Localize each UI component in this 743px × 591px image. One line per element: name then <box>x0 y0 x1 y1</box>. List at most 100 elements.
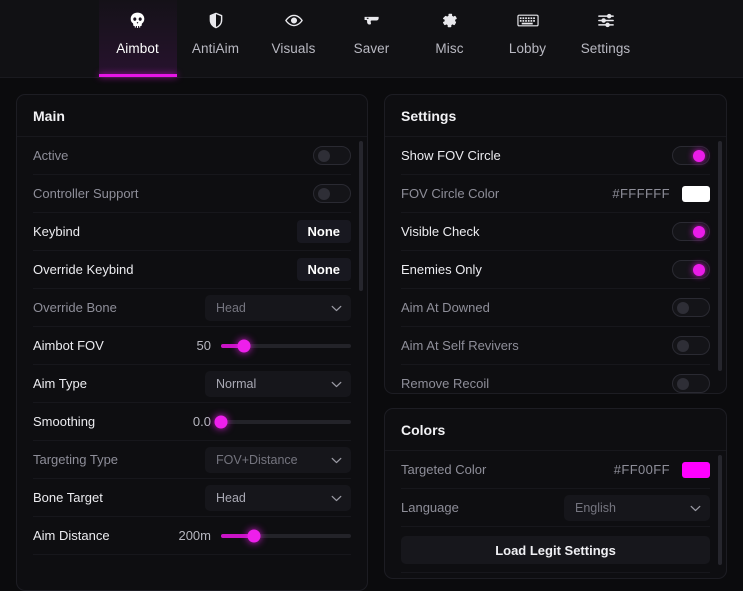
scrollbar-thumb[interactable] <box>718 455 722 565</box>
row-label: Remove Recoil <box>401 376 490 391</box>
toggle-switch[interactable] <box>672 336 710 355</box>
left-column: Main Active Controller Support Keybind None… <box>16 94 368 591</box>
toggle-switch[interactable] <box>672 146 710 165</box>
slider-track[interactable] <box>221 339 351 352</box>
main-rows-list: Active Controller Support Keybind None Overr… <box>17 137 367 555</box>
row-label: Aimbot FOV <box>33 338 104 353</box>
tab-misc[interactable]: Misc <box>411 0 489 77</box>
row-label: Visible Check <box>401 224 480 239</box>
color-swatch[interactable] <box>682 461 710 478</box>
toggle-knob <box>677 301 689 314</box>
keybind-button[interactable]: None <box>296 258 351 281</box>
settings-row: Visible Check <box>401 213 710 251</box>
tab-settings[interactable]: Settings <box>567 0 645 77</box>
color-control: #FFFFFF <box>612 185 710 202</box>
toggle-switch[interactable] <box>672 374 710 393</box>
slider-knob[interactable] <box>247 529 260 542</box>
tab-label: Aimbot <box>116 41 159 56</box>
toggle-switch[interactable] <box>672 298 710 317</box>
tab-visuals[interactable]: Visuals <box>255 0 333 77</box>
sliders-icon <box>596 7 616 33</box>
chevron-down-icon <box>331 375 342 393</box>
gear-icon <box>440 7 459 33</box>
row-label: Show FOV Circle <box>401 148 501 163</box>
slider-value: 0.0 <box>192 414 211 429</box>
slider-knob[interactable] <box>214 415 228 428</box>
tab-label: Lobby <box>508 41 547 56</box>
main-panel-body: Active Controller Support Keybind None Overr… <box>17 137 367 590</box>
keyboard-icon <box>516 7 539 33</box>
colors-panel: Colors Targeted Color #FF00FF Language Engl… <box>384 408 727 579</box>
color-swatch[interactable] <box>682 185 710 202</box>
settings-row: Smoothing 0.0 <box>33 403 351 441</box>
tab-antiaim[interactable]: AntiAim <box>177 0 255 77</box>
settings-panel-scrollbar[interactable] <box>718 141 722 389</box>
color-hex-value: #FF00FF <box>613 462 670 477</box>
settings-row: Override Bone Head <box>33 289 351 327</box>
toggle-switch[interactable] <box>672 260 710 279</box>
row-label: Language <box>401 500 459 515</box>
toggle-switch[interactable] <box>313 184 351 203</box>
row-label: Controller Support <box>33 186 139 201</box>
tab-label: Misc <box>435 41 464 56</box>
slider-value: 50 <box>196 338 211 353</box>
colors-panel-scrollbar[interactable] <box>718 455 722 574</box>
color-control: #FF00FF <box>613 461 710 478</box>
main-panel-scrollbar[interactable] <box>359 141 363 586</box>
tab-aimbot[interactable]: Aimbot <box>98 0 177 77</box>
settings-row: Active <box>33 137 351 175</box>
toggle-knob <box>693 263 705 276</box>
chevron-down-icon <box>690 499 701 517</box>
settings-row: Aim Type Normal <box>33 365 351 403</box>
slider-control: 50 <box>169 338 351 353</box>
scrollbar-thumb[interactable] <box>718 141 722 371</box>
settings-row: Aim At Downed <box>401 289 710 327</box>
dropdown-value: Normal <box>216 376 257 391</box>
right-column: Settings Show FOV Circle FOV Circle Color… <box>384 94 727 591</box>
slider-knob[interactable] <box>237 339 251 352</box>
settings-row: Keybind None <box>33 213 351 251</box>
tab-label: Visuals <box>271 41 316 56</box>
settings-rows-list: Show FOV Circle FOV Circle Color #FFFFFF Vi… <box>385 137 726 393</box>
toggle-knob <box>318 149 330 162</box>
dropdown-select[interactable]: Normal <box>205 370 351 397</box>
settings-panel-body: Show FOV Circle FOV Circle Color #FFFFFF Vi… <box>385 137 726 393</box>
settings-row: Bone Target Head <box>33 479 351 517</box>
settings-row: Aim At Self Revivers <box>401 327 710 365</box>
dropdown-select[interactable]: FOV+Distance <box>205 446 351 473</box>
dropdown-select[interactable]: Head <box>205 294 351 321</box>
main-panel: Main Active Controller Support Keybind None… <box>16 94 368 591</box>
row-label: Override Bone <box>33 300 117 315</box>
chevron-down-icon <box>331 489 342 507</box>
pistol-icon <box>362 7 382 33</box>
tab-saver[interactable]: Saver <box>333 0 411 77</box>
settings-row: Controller Support <box>33 175 351 213</box>
content-area: Main Active Controller Support Keybind None… <box>0 78 743 591</box>
load-legit-settings-button[interactable]: Load Legit Settings <box>401 536 710 564</box>
toggle-switch[interactable] <box>672 222 710 241</box>
settings-row: Show FOV Circle <box>401 137 710 175</box>
shield-icon <box>207 7 225 33</box>
tab-lobby[interactable]: Lobby <box>489 0 567 77</box>
tab-label: AntiAim <box>191 41 240 56</box>
slider-track[interactable] <box>221 529 351 542</box>
colors-panel-title: Colors <box>385 409 726 451</box>
dropdown-select[interactable]: Head <box>205 484 351 511</box>
row-label: Override Keybind <box>33 262 134 277</box>
row-label: Targeting Type <box>33 452 119 467</box>
scrollbar-thumb[interactable] <box>359 141 363 291</box>
keybind-button[interactable]: None <box>296 220 351 243</box>
row-label: Aim Type <box>33 376 87 391</box>
main-navbar: Aimbot AntiAim Visuals Saver Misc Lobby Settin… <box>0 0 743 78</box>
toggle-switch[interactable] <box>313 146 351 165</box>
dropdown-value: English <box>575 500 616 515</box>
row-label: Targeted Color <box>401 462 487 477</box>
dropdown-select[interactable]: English <box>564 494 710 521</box>
slider-control: 200m <box>169 528 351 543</box>
dropdown-value: FOV+Distance <box>216 452 298 467</box>
toggle-knob <box>693 149 705 162</box>
row-label: Enemies Only <box>401 262 482 277</box>
chevron-down-icon <box>331 451 342 469</box>
settings-row: Language English <box>401 489 710 527</box>
slider-track[interactable] <box>214 415 351 428</box>
